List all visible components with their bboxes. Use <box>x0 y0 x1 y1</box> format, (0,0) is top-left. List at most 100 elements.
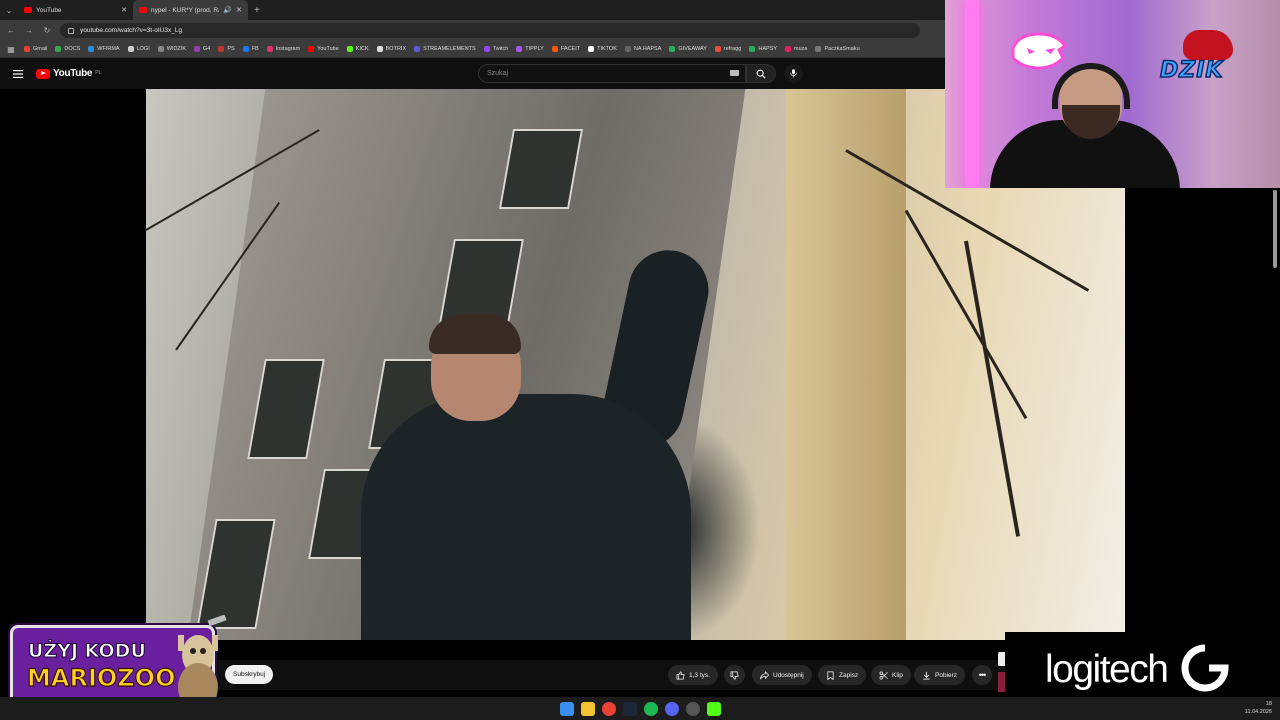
youtube-logo[interactable]: YouTube PL <box>36 68 101 79</box>
logitech-sponsor-banner: logitech <box>1005 632 1262 707</box>
discord-icon[interactable] <box>664 701 679 716</box>
bookmark-favicon-icon <box>669 46 676 52</box>
bookmark-item[interactable]: PaczkaSmaku <box>815 46 860 52</box>
bookmark-label: Gmail <box>33 46 48 52</box>
voice-search-button[interactable] <box>784 64 803 83</box>
close-tab-icon[interactable]: ✕ <box>121 6 127 14</box>
new-tab-button[interactable]: + <box>248 5 260 16</box>
apps-icon[interactable]: ▦ <box>6 45 16 54</box>
bookmark-label: TIPPLY <box>525 46 544 52</box>
clock-date: 11.04.2026 <box>1244 709 1272 715</box>
bookmark-item[interactable]: KICK <box>346 46 369 52</box>
bookmark-item[interactable]: GIVEAWAY <box>669 46 707 52</box>
url-field[interactable]: youtube.com/watch?v=3t-oIU3x_Lg <box>60 23 920 38</box>
share-button[interactable]: Udostępnij <box>752 665 812 685</box>
subscribe-button[interactable]: Subskrybuj <box>225 665 274 684</box>
keyboard-icon[interactable] <box>730 70 739 76</box>
steam-icon[interactable] <box>622 701 637 716</box>
bookmark-item[interactable]: TIKTOK <box>588 46 617 52</box>
file-explorer-icon[interactable] <box>580 701 595 716</box>
screen: ⌄ YouTube ✕ nypel - KUR*Y (prod. Raiar) … <box>0 0 1280 720</box>
bookmark-item[interactable]: FB <box>242 46 259 52</box>
thumbs-up-icon <box>676 671 685 679</box>
download-icon <box>923 671 930 680</box>
system-clock[interactable]: 18 11.04.2026 <box>1245 700 1272 716</box>
microphone-icon <box>790 69 797 78</box>
bookmark-item[interactable]: G4 <box>193 46 210 52</box>
bookmark-item[interactable]: PS <box>218 46 235 52</box>
bookmark-favicon-icon <box>55 46 62 52</box>
bookmark-item[interactable]: DOCS <box>55 46 80 52</box>
reload-icon[interactable]: ↻ <box>42 26 52 35</box>
bookmark-item[interactable]: WFIRMA <box>88 46 120 52</box>
bookmark-favicon-icon <box>308 46 315 52</box>
bookmark-item[interactable]: LOGI <box>127 46 150 52</box>
bookmark-item[interactable]: refragg <box>714 46 742 52</box>
search-input[interactable]: Szukaj <box>478 64 746 83</box>
bookmark-label: muza <box>794 46 808 52</box>
bookmark-label: Twitch <box>492 46 509 52</box>
like-button[interactable]: 1,3 tys. <box>668 665 718 685</box>
bookmark-favicon-icon <box>551 46 558 52</box>
share-icon <box>760 670 769 679</box>
dislike-button[interactable] <box>724 665 745 685</box>
like-count: 1,3 tys. <box>689 671 710 679</box>
bookmark-item[interactable]: TIPPLY <box>516 46 544 52</box>
speaker-icon[interactable]: 🔊 <box>223 6 232 14</box>
close-tab-icon[interactable]: ✕ <box>236 6 242 14</box>
tab-search-icon[interactable]: ⌄ <box>0 6 18 15</box>
back-icon[interactable]: ← <box>6 26 16 35</box>
save-button[interactable]: Zapisz <box>818 665 867 685</box>
share-label: Udostępnij <box>773 671 804 679</box>
url-text: youtube.com/watch?v=3t-oIU3x_Lg <box>80 27 183 34</box>
clip-button[interactable]: Klip <box>871 665 911 685</box>
chrome-icon[interactable] <box>601 701 616 716</box>
bookmark-item[interactable]: Twitch <box>483 46 509 52</box>
streamer-webcam: DZIK <box>945 0 1280 188</box>
site-info-icon[interactable] <box>68 27 74 34</box>
bookmark-item[interactable]: NA HAPSA <box>624 46 661 52</box>
windows-taskbar: 18 11.04.2026 <box>0 697 1280 720</box>
search-icon <box>756 69 766 79</box>
streamer <box>990 63 1180 188</box>
bookmark-favicon-icon <box>588 46 595 52</box>
more-actions-button[interactable]: ••• <box>972 665 992 685</box>
bookmark-item[interactable]: YouTube <box>308 46 339 52</box>
tab-title: nypel - KUR*Y (prod. Raiar) <box>151 6 219 14</box>
bookmark-favicon-icon <box>88 46 95 52</box>
bookmark-item[interactable]: HAPSY <box>749 46 777 52</box>
address-bar-row: ← → ↻ youtube.com/watch?v=3t-oIU3x_Lg <box>0 20 945 41</box>
clock-time: 18 <box>1265 701 1272 707</box>
bookmark-favicon-icon <box>414 46 421 52</box>
bookmark-label: refragg <box>723 46 742 52</box>
menu-icon[interactable] <box>0 69 36 79</box>
rapper-jacket <box>361 394 691 640</box>
bookmark-item[interactable]: WIDZIK <box>157 46 186 52</box>
save-label: Zapisz <box>839 671 859 679</box>
forward-icon[interactable]: → <box>24 26 34 35</box>
download-label: Pobierz <box>935 671 958 679</box>
bookmark-label: STREAMELEMENTS <box>423 46 476 52</box>
bookmark-favicon-icon <box>346 46 353 52</box>
page-scrollbar[interactable] <box>1273 190 1277 268</box>
kick-icon[interactable] <box>706 701 721 716</box>
bookmark-favicon-icon <box>516 46 523 52</box>
bookmark-item[interactable]: Gmail <box>24 46 47 52</box>
obs-icon[interactable] <box>685 701 700 716</box>
browser-tab-youtube[interactable]: YouTube ✕ <box>18 0 133 20</box>
spotify-icon[interactable] <box>643 701 658 716</box>
building-window <box>498 129 584 209</box>
bookmark-label: HAPSY <box>758 46 778 52</box>
bookmark-item[interactable]: STREAMELEMENTS <box>414 46 476 52</box>
download-button[interactable]: Pobierz <box>914 665 966 685</box>
bookmark-item[interactable]: muza <box>785 46 807 52</box>
tree-branch <box>964 240 1021 537</box>
bookmark-item[interactable]: Instagram <box>266 46 300 52</box>
browser-tab-video[interactable]: nypel - KUR*Y (prod. Raiar) 🔊 ✕ <box>133 0 248 20</box>
search-button[interactable] <box>746 64 776 83</box>
start-icon[interactable] <box>559 701 574 716</box>
bookmark-favicon-icon <box>127 46 134 52</box>
bookmark-label: PaczkaSmaku <box>824 46 860 52</box>
bookmark-item[interactable]: BOTRIX <box>376 46 406 52</box>
bookmark-item[interactable]: FACEIT <box>551 46 580 52</box>
